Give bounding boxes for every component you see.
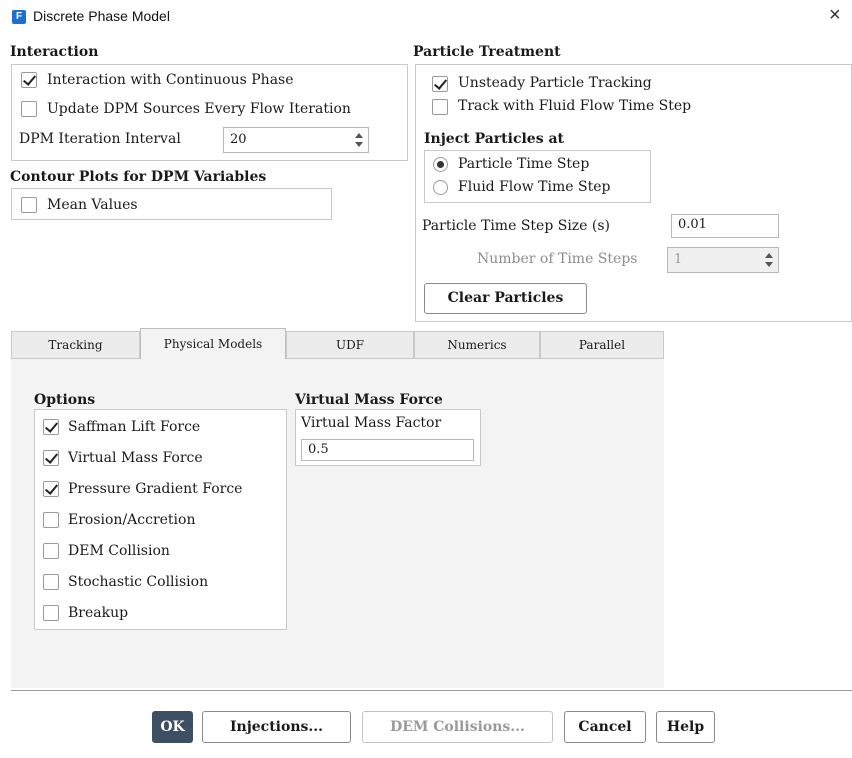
particle-treatment-heading: Particle Treatment — [413, 44, 561, 60]
erosion-accretion-checkbox[interactable] — [43, 512, 59, 528]
mean-values-checkbox[interactable] — [21, 197, 37, 213]
unsteady-tracking-checkbox[interactable] — [432, 76, 448, 92]
window-title: Discrete Phase Model — [33, 8, 170, 24]
option-label-4: DEM Collision — [68, 543, 170, 559]
interaction-heading: Interaction — [10, 44, 99, 60]
track-fluid-checkbox[interactable] — [432, 99, 448, 115]
saffman-lift-checkbox[interactable] — [43, 419, 59, 435]
inject-option-1-label: Fluid Flow Time Step — [458, 179, 611, 195]
track-fluid-label: Track with Fluid Flow Time Step — [458, 98, 692, 114]
footer-divider — [11, 690, 852, 691]
close-icon[interactable]: × — [829, 4, 841, 27]
option-label-5: Stochastic Collision — [68, 574, 209, 590]
contour-heading: Contour Plots for DPM Variables — [10, 169, 267, 185]
pressure-gradient-checkbox[interactable] — [43, 481, 59, 497]
update-sources-checkbox[interactable] — [21, 101, 37, 117]
option-label-3: Erosion/Accretion — [68, 512, 196, 528]
iteration-interval-field[interactable]: 20 — [223, 127, 369, 153]
inject-heading: Inject Particles at — [424, 131, 564, 147]
ok-button[interactable]: OK — [152, 711, 193, 743]
injections-button[interactable]: Injections... — [202, 711, 351, 743]
tab-numerics[interactable]: Numerics — [414, 331, 540, 358]
tab-udf[interactable]: UDF — [286, 331, 414, 358]
virtual-mass-factor-label: Virtual Mass Factor — [301, 415, 442, 431]
clear-particles-button[interactable]: Clear Particles — [424, 283, 587, 314]
tab-tracking[interactable]: Tracking — [11, 331, 140, 358]
time-step-size-label: Particle Time Step Size (s) — [422, 218, 611, 234]
iteration-interval-label: DPM Iteration Interval — [19, 131, 181, 147]
spinner-icon[interactable] — [764, 252, 774, 268]
virtual-mass-factor-value: 0.5 — [308, 442, 329, 457]
option-label-0: Saffman Lift Force — [68, 419, 201, 435]
tab-parallel[interactable]: Parallel — [540, 331, 664, 358]
option-label-2: Pressure Gradient Force — [68, 481, 243, 497]
virtual-mass-factor-field[interactable]: 0.5 — [301, 439, 474, 461]
inject-option-0-label: Particle Time Step — [458, 156, 590, 172]
app-icon: F — [12, 10, 26, 24]
option-label-1: Virtual Mass Force — [68, 450, 203, 466]
spinner-icon[interactable] — [354, 132, 364, 148]
dem-collision-checkbox[interactable] — [43, 543, 59, 559]
update-sources-label: Update DPM Sources Every Flow Iteration — [47, 101, 351, 117]
inject-fluid-time-step-radio[interactable] — [433, 180, 448, 195]
cancel-button[interactable]: Cancel — [564, 711, 646, 743]
iteration-interval-value: 20 — [230, 132, 247, 147]
options-heading: Options — [34, 392, 96, 408]
option-label-6: Breakup — [68, 605, 129, 621]
dem-collisions-button[interactable]: DEM Collisions... — [362, 711, 553, 743]
num-time-steps-label: Number of Time Steps — [477, 251, 638, 267]
num-time-steps-value: 1 — [674, 252, 683, 267]
num-time-steps-field[interactable]: 1 — [667, 247, 779, 273]
interaction-continuous-checkbox[interactable] — [21, 72, 37, 88]
tab-physical-models[interactable]: Physical Models — [140, 328, 286, 359]
breakup-checkbox[interactable] — [43, 605, 59, 621]
time-step-size-field[interactable]: 0.01 — [671, 214, 779, 238]
virtual-mass-checkbox[interactable] — [43, 450, 59, 466]
interaction-continuous-label: Interaction with Continuous Phase — [47, 72, 294, 88]
virtual-mass-heading: Virtual Mass Force — [295, 392, 443, 408]
help-button[interactable]: Help — [656, 711, 715, 743]
unsteady-tracking-label: Unsteady Particle Tracking — [458, 75, 652, 91]
time-step-size-value: 0.01 — [678, 217, 707, 232]
mean-values-label: Mean Values — [47, 197, 138, 213]
stochastic-collision-checkbox[interactable] — [43, 574, 59, 590]
inject-particle-time-step-radio[interactable] — [433, 157, 448, 172]
